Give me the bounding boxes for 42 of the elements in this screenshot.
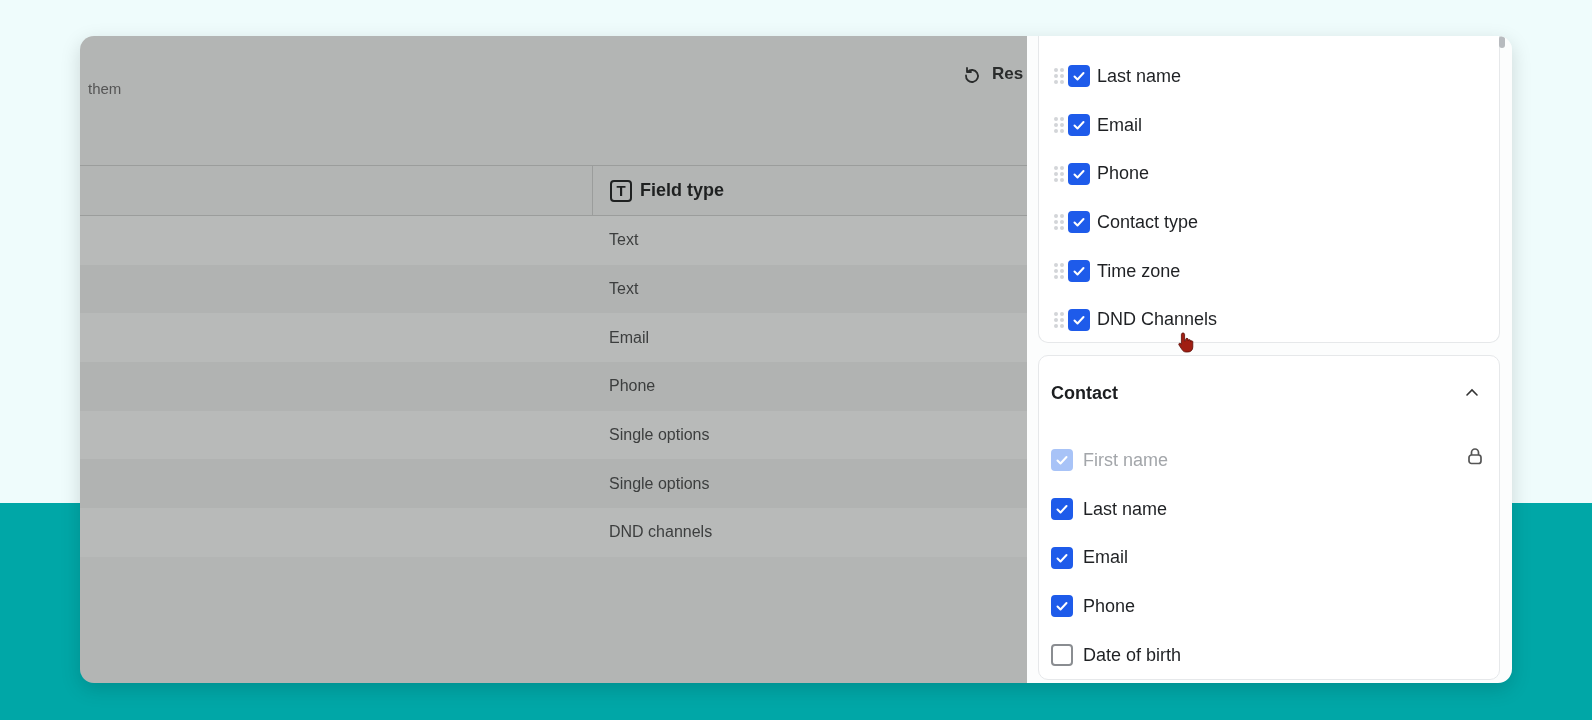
drag-handle-icon[interactable] — [1053, 116, 1065, 135]
column-header[interactable]: T Field type — [593, 166, 1027, 215]
field-label: Date of birth — [1083, 644, 1182, 666]
group-title: Contact — [1051, 382, 1118, 404]
scrollbar-thumb[interactable] — [1499, 36, 1505, 48]
field-label: Last name — [1097, 65, 1182, 87]
field-label: Email — [1083, 547, 1128, 569]
reset-button[interactable]: Res — [962, 64, 1027, 84]
field-label: DND Channels — [1097, 309, 1218, 331]
checkbox[interactable] — [1051, 595, 1073, 618]
hint-text: them — [88, 80, 122, 97]
drag-handle-icon[interactable] — [1053, 310, 1065, 329]
field-label: First name — [1083, 449, 1169, 471]
checkbox[interactable] — [1051, 498, 1073, 521]
checkbox[interactable] — [1051, 546, 1073, 569]
field-label: Last name — [1083, 498, 1168, 520]
checkbox[interactable] — [1068, 114, 1090, 137]
field-label: Phone — [1083, 595, 1136, 617]
table-cell-text: Text — [608, 230, 640, 251]
drag-handle-icon[interactable] — [1053, 67, 1065, 86]
checkbox[interactable] — [1068, 211, 1090, 234]
field-label: Contact type — [1097, 211, 1199, 233]
drag-handle-icon[interactable] — [1053, 164, 1065, 183]
checkbox[interactable] — [1068, 65, 1090, 88]
hand-cursor-icon — [1177, 331, 1195, 353]
reset-icon — [962, 64, 982, 84]
table-cell-text: Email — [608, 327, 650, 348]
checkbox[interactable] — [1068, 162, 1090, 185]
table-cell-text: Single options — [608, 425, 711, 446]
table-cell-text: Phone — [608, 376, 657, 397]
field-label: Email — [1097, 114, 1142, 136]
field-label: Phone — [1097, 163, 1150, 185]
table-cell-text: DND channels — [608, 522, 714, 543]
drag-handle-icon[interactable] — [1053, 262, 1065, 281]
checkbox[interactable] — [1051, 644, 1073, 667]
drag-handle-icon[interactable] — [1053, 213, 1065, 232]
table-cell-text: Text — [608, 279, 640, 300]
field-label: Time zone — [1097, 260, 1181, 282]
table-cell-text: Single options — [608, 473, 711, 494]
checkbox[interactable] — [1068, 308, 1090, 331]
checkbox[interactable] — [1068, 260, 1090, 283]
text-type-icon: T — [610, 179, 632, 202]
